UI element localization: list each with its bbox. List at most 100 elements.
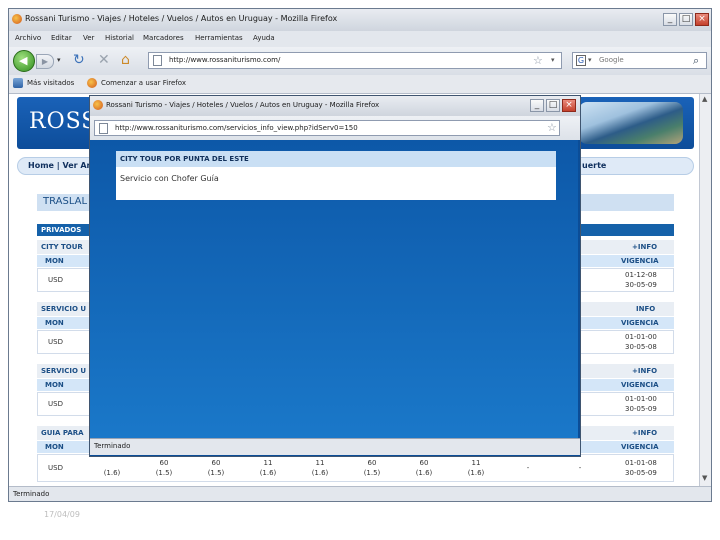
scroll-up-icon[interactable]: ▲: [702, 95, 707, 103]
price-cell: -: [578, 464, 582, 472]
price-cell: 60: [419, 459, 429, 467]
reload-icon[interactable]: ↻: [73, 52, 85, 68]
popup-close-button[interactable]: ×: [562, 99, 576, 112]
info-link[interactable]: +INFO: [632, 367, 657, 375]
popup-url-text: http://www.rossaniturismo.com/servicios_…: [115, 124, 358, 132]
popup-service-header: CITY TOUR POR PUNTA DEL ESTE: [116, 151, 556, 167]
harbor-photo: [579, 102, 683, 144]
window-title: Rossani Turismo - Viajes / Hoteles / Vue…: [25, 14, 338, 23]
info-link[interactable]: +INFO: [632, 243, 657, 251]
col-currency: MON: [45, 443, 64, 451]
price-cell: 60: [211, 459, 221, 467]
price-cell: (1.5): [155, 469, 173, 477]
maximize-button[interactable]: □: [679, 13, 693, 26]
popup-status-bar: Terminado: [90, 438, 580, 455]
status-bar: Terminado: [9, 486, 711, 501]
bookmark-star-icon[interactable]: ☆: [547, 121, 557, 134]
section-title: TRASLAL: [43, 196, 88, 207]
url-bar[interactable]: http://www.rossaniturismo.com/ ☆ ▾: [148, 52, 562, 69]
popup-window: Rossani Turismo - Viajes / Hoteles / Vue…: [89, 95, 581, 457]
popup-title-bar: Rossani Turismo - Viajes / Hoteles / Vue…: [90, 96, 580, 116]
col-validity: VIGENCIA: [621, 381, 659, 389]
search-icon[interactable]: ⌕: [693, 54, 699, 68]
valid-from: 01-12-08: [625, 271, 657, 279]
table-row: USD (1.6) 60 (1.5) 60 (1.5) 11 (1.6) 11 …: [37, 454, 674, 482]
search-input[interactable]: G ▾ Google ⌕: [572, 52, 707, 69]
price-cell: (1.6): [415, 469, 433, 477]
price-cell: (1.5): [207, 469, 225, 477]
popup-maximize-button[interactable]: □: [546, 99, 560, 112]
scroll-down-icon[interactable]: ▼: [702, 474, 707, 482]
menu-ver[interactable]: Ver: [83, 34, 94, 42]
price-cell: (1.6): [103, 469, 121, 477]
popup-minimize-button[interactable]: _: [530, 99, 544, 112]
currency-value: USD: [48, 400, 63, 408]
menu-herramientas[interactable]: Herramientas: [195, 34, 243, 42]
back-button[interactable]: ◀: [13, 50, 35, 72]
vertical-scrollbar[interactable]: ▲ ▼: [699, 94, 711, 486]
home-icon[interactable]: ⌂: [121, 52, 130, 68]
close-button[interactable]: ×: [695, 13, 709, 26]
popup-status-text: Terminado: [94, 442, 131, 450]
page-icon: [153, 55, 162, 66]
price-cell: 11: [315, 459, 325, 467]
currency-value: USD: [48, 464, 63, 472]
navigation-toolbar: ◀ ▶ ▾ ↻ ✕ ⌂ http://www.rossaniturismo.co…: [9, 47, 711, 75]
popup-service-description: Servicio con Chofer Guía: [120, 174, 219, 183]
bookmark-getting-started[interactable]: Comenzar a usar Firefox: [101, 79, 186, 87]
google-icon: G: [576, 55, 586, 66]
menu-editar[interactable]: Editar: [51, 34, 72, 42]
col-validity: VIGENCIA: [621, 257, 659, 265]
search-placeholder: Google: [599, 56, 624, 64]
col-validity: VIGENCIA: [621, 443, 659, 451]
price-cell: (1.6): [467, 469, 485, 477]
stop-icon[interactable]: ✕: [98, 52, 110, 68]
site-logo[interactable]: ROSS: [29, 109, 97, 134]
forward-button[interactable]: ▶: [36, 54, 54, 69]
menu-ayuda[interactable]: Ayuda: [253, 34, 275, 42]
service-title: CITY TOUR: [41, 243, 83, 251]
page-icon: [99, 123, 108, 134]
popup-url-bar[interactable]: http://www.rossaniturismo.com/servicios_…: [94, 120, 560, 136]
title-bar: Rossani Turismo - Viajes / Hoteles / Vue…: [9, 9, 711, 31]
price-cell: 60: [159, 459, 169, 467]
bookmark-most-visited[interactable]: Más visitados: [27, 79, 74, 87]
menu-archivo[interactable]: Archivo: [15, 34, 41, 42]
price-cell: 11: [263, 459, 273, 467]
price-cell: (1.6): [259, 469, 277, 477]
search-engine-dropdown-icon[interactable]: ▾: [588, 56, 592, 64]
price-cell: (1.5): [363, 469, 381, 477]
footer-date: 17/04/09: [44, 510, 80, 519]
history-dropdown-icon[interactable]: ▾: [57, 56, 61, 64]
valid-to: 30-05-09: [625, 469, 657, 477]
url-text: http://www.rossaniturismo.com/: [169, 56, 281, 64]
price-cell: 11: [471, 459, 481, 467]
menu-bar: Archivo Editar Ver Historial Marcadores …: [9, 31, 711, 47]
firefox-icon: [93, 100, 103, 110]
popup-service-title: CITY TOUR POR PUNTA DEL ESTE: [120, 155, 249, 163]
popup-title: Rossani Turismo - Viajes / Hoteles / Vue…: [106, 101, 380, 109]
price-cell: -: [526, 464, 530, 472]
currency-value: USD: [48, 276, 63, 284]
info-link[interactable]: INFO: [636, 305, 655, 313]
service-title: GUIA PARA: [41, 429, 84, 437]
minimize-button[interactable]: _: [663, 13, 677, 26]
popup-body: CITY TOUR POR PUNTA DEL ESTE Servicio co…: [90, 140, 578, 438]
price-cell: (1.6): [311, 469, 329, 477]
firefox-small-icon: [87, 78, 97, 88]
valid-to: 30-05-08: [625, 343, 657, 351]
menu-marcadores[interactable]: Marcadores: [143, 34, 184, 42]
col-currency: MON: [45, 381, 64, 389]
info-link[interactable]: +INFO: [632, 429, 657, 437]
bookmark-star-icon[interactable]: ☆: [533, 54, 543, 67]
service-title: SERVICIO U: [41, 367, 87, 375]
valid-to: 30-05-09: [625, 281, 657, 289]
subheader-label: PRIVADOS: [41, 226, 82, 234]
site-nav-right[interactable]: uerte: [582, 161, 606, 170]
popup-url-toolbar: http://www.rossaniturismo.com/servicios_…: [90, 116, 580, 140]
col-currency: MON: [45, 319, 64, 327]
valid-from: 01-01-00: [625, 333, 657, 341]
price-cell: 60: [367, 459, 377, 467]
url-dropdown-icon[interactable]: ▾: [551, 56, 555, 64]
menu-historial[interactable]: Historial: [105, 34, 134, 42]
